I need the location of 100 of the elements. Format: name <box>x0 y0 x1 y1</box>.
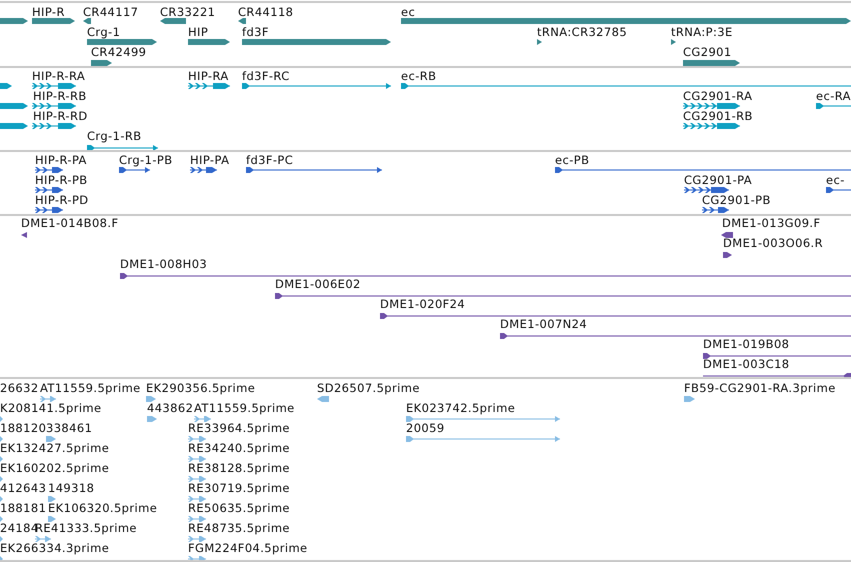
arrow-line-icon[interactable] <box>87 144 158 150</box>
arrow-bar-icon[interactable] <box>683 59 740 66</box>
feature-label: DME1-006E02 <box>275 278 361 291</box>
feature-label: DME1-020F24 <box>380 298 466 311</box>
arrow-bar-icon[interactable] <box>537 38 542 46</box>
arrow-line-icon[interactable] <box>703 352 851 360</box>
exon-chain-icon[interactable] <box>35 186 63 194</box>
feature-label: CG2901-RB <box>683 110 753 123</box>
feature-label: fd3F <box>242 26 269 39</box>
feature-label: CG2901 <box>683 46 732 59</box>
feature-label: ec-PB <box>555 154 590 167</box>
arrow-line-icon[interactable] <box>119 166 150 174</box>
arrow-bar-icon[interactable] <box>242 38 391 46</box>
feature-label: CR33221 <box>160 6 216 19</box>
exon-chain-icon[interactable] <box>32 102 76 110</box>
feature-label: 188181 <box>0 502 46 515</box>
feature-label: CR44117 <box>83 6 138 19</box>
arrow-bar-icon[interactable] <box>0 82 12 90</box>
feature-label: FB59-CG2901-RA.3prime <box>684 382 836 395</box>
feature-label: DME1-013G09.F <box>722 217 820 230</box>
feature-label: HIP-R-RA <box>32 70 86 83</box>
exon-chain-icon[interactable] <box>683 102 740 110</box>
arrow-line-icon[interactable] <box>380 312 851 320</box>
feature-label: fd3F-PC <box>246 154 294 167</box>
exon-chain-icon[interactable] <box>35 166 63 174</box>
feature-label: Crg-1-RB <box>87 130 142 143</box>
arrow-line-icon[interactable] <box>816 102 851 110</box>
arrow-line-icon[interactable] <box>555 166 851 174</box>
feature-label: ec-RB <box>401 70 436 83</box>
arrow-bar-icon[interactable] <box>188 38 230 46</box>
feature-label: RE33964.5prime <box>188 422 290 435</box>
exon-chain-icon[interactable] <box>684 186 729 194</box>
feature-label: EK290356.5prime <box>146 382 256 395</box>
feature-label: RE50635.5prime <box>188 502 290 515</box>
arrow-line-icon[interactable] <box>401 82 851 90</box>
exon-chain-icon[interactable] <box>190 166 217 174</box>
exon-chain-icon[interactable] <box>32 122 76 130</box>
feature-label: DME1-008H03 <box>120 258 208 271</box>
feature-label: EK160202.5prime <box>0 462 110 475</box>
arrow-bar-icon[interactable] <box>21 231 27 239</box>
exon-chain-icon[interactable] <box>35 206 63 214</box>
feature-label: HIP-R-PB <box>35 174 88 187</box>
feature-label: 188120 <box>0 422 46 435</box>
feature-label: EK266334.3prime <box>0 542 110 555</box>
feature-label: HIP-R-PA <box>35 154 87 167</box>
feature-label: fd3F-RC <box>242 70 290 83</box>
arrow-bar-icon[interactable] <box>721 231 733 239</box>
arrow-line-icon[interactable] <box>242 82 391 90</box>
feature-label: HIP-R-RD <box>33 110 88 123</box>
feature-label: DME1-007N24 <box>500 318 588 331</box>
arrow-bar-icon[interactable] <box>87 38 157 46</box>
exon-chain-icon[interactable] <box>702 206 729 214</box>
feature-label: 443862 <box>147 402 194 415</box>
feature-label: Crg-1-PB <box>119 154 172 167</box>
feature-label: DME1-003C18 <box>703 358 790 371</box>
feature-label: HIP-R-RB <box>33 90 87 103</box>
arrow-bar-icon[interactable] <box>0 17 28 25</box>
feature-label: RE30719.5prime <box>188 482 290 495</box>
feature-label: HIP-R <box>32 6 65 19</box>
feature-label: 338461 <box>46 422 92 435</box>
arrow-line-icon[interactable] <box>275 292 851 300</box>
feature-label: CR44118 <box>238 6 294 19</box>
arrow-bar-icon[interactable] <box>32 17 75 25</box>
feature-label: RE38128.5prime <box>188 462 290 475</box>
feature-label: EK106320.5prime <box>48 502 158 515</box>
feature-label: HIP-RA <box>188 70 229 83</box>
exon-chain-icon[interactable] <box>188 82 230 90</box>
feature-label: CG2901-PA <box>684 174 752 187</box>
feature-label: CG2901-PB <box>702 194 771 207</box>
feature-label: Crg-1 <box>87 26 120 39</box>
feature-label: HIP <box>188 26 208 39</box>
arrow-line-icon[interactable] <box>500 332 851 340</box>
arrow-bar-icon[interactable] <box>723 251 732 259</box>
arrow-line-icon[interactable] <box>826 186 851 194</box>
feature-label: RE48735.5prime <box>188 522 290 535</box>
arrow-bar-icon[interactable] <box>83 17 91 25</box>
feature-label: RE34240.5prime <box>188 442 290 455</box>
arrow-line-icon[interactable] <box>120 272 851 280</box>
arrow-bar-icon[interactable] <box>91 59 112 66</box>
feature-label: CR42499 <box>91 46 146 59</box>
feature-label: EK132427.5prime <box>0 442 110 455</box>
arrow-bar-icon[interactable] <box>0 102 28 110</box>
arrow-line-icon[interactable] <box>246 166 382 174</box>
feature-label: AT11559.5prime <box>40 382 141 395</box>
feature-label: DME1-014B08.F <box>21 217 118 230</box>
feature-label: DME1-003O06.R <box>723 237 823 250</box>
feature-label: tRNA:P:3E <box>671 26 733 39</box>
feature-label: SD26507.5prime <box>317 382 420 395</box>
feature-label: HIP-PA <box>190 154 230 167</box>
arrow-bar-icon[interactable] <box>160 17 186 25</box>
exon-chain-icon[interactable] <box>683 122 740 130</box>
feature-label: ec- <box>826 174 845 187</box>
exon-chain-icon[interactable] <box>32 82 76 90</box>
feature-label: DME1-019B08 <box>703 338 790 351</box>
feature-label: EK023742.5prime <box>406 402 516 415</box>
feature-label: 149318 <box>48 482 94 495</box>
arrow-bar-icon[interactable] <box>401 17 851 25</box>
arrow-bar-icon[interactable] <box>238 17 246 25</box>
arrow-bar-icon[interactable] <box>671 38 676 46</box>
arrow-bar-icon[interactable] <box>0 122 28 130</box>
